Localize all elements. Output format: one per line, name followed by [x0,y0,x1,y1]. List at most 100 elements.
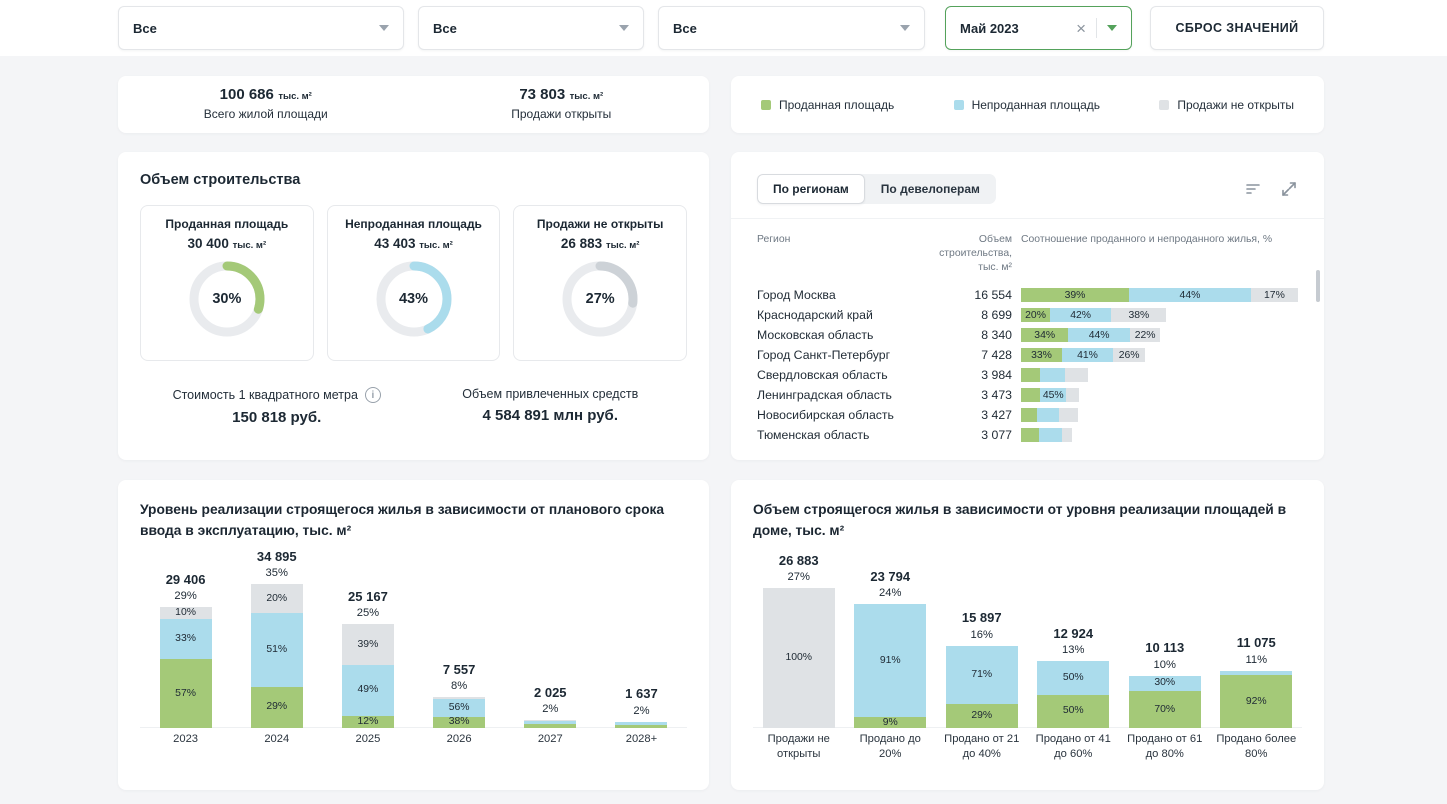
donut-value: 26 883 [561,236,602,251]
donut-card-sold: Проданная площадь 30 400 тыс. м² 30% [140,205,314,361]
stacked-bar: 38%56% [433,697,485,728]
category-label: 2024 [231,732,322,747]
bar-segment [1040,368,1065,382]
legend-label: Непроданная площадь [972,98,1100,112]
scrollbar-thumb[interactable] [1316,270,1320,302]
sort-icon[interactable] [1244,180,1262,198]
region-volume: 3 077 [920,428,1012,442]
region-name: Новосибирская область [757,408,920,422]
category-label: Продано от 21 до 40% [936,732,1028,761]
legend-swatch-unsold [954,100,964,110]
category-label: 2028+ [596,732,687,747]
info-icon[interactable]: i [365,387,381,403]
stacked-bar-chart-deadline: 29 40629%57%33%10%202334 89535%29%51%20%… [140,547,687,761]
stat-unit: тыс. м² [278,91,312,102]
bar-segment: 41% [1062,348,1113,362]
stacked-bar: 70%30% [1129,676,1201,729]
column-header-ratio: Соотношение проданного и непроданного жи… [1021,233,1298,275]
bar-segment: 26% [1113,348,1145,362]
legend-item-unsold: Непроданная площадь [954,98,1100,112]
bar-slot: 11 07511%92%Продано более 80% [1211,547,1303,761]
stacked-bar: 50%50% [1037,661,1109,728]
stacked-bar: 29%71% [946,646,1018,729]
column-header-region: Регион [757,233,920,275]
metric-raised-funds: Объем привлеченных средств 4 584 891 млн… [414,387,688,426]
tab-by-developers[interactable]: По девелоперам [865,174,996,204]
bar-segment [1039,428,1062,442]
bar-segment: 38% [1111,308,1166,322]
stacked-bar: 9%91% [854,604,926,728]
filter-value: Все [673,21,697,36]
tab-by-regions[interactable]: По регионам [757,174,865,204]
bar-segment: 44% [1129,288,1251,302]
region-volume: 3 473 [920,388,1012,402]
legend-swatch-not-open [1159,100,1169,110]
bar-segment: 57% [160,659,212,728]
metric-label: Объем привлеченных средств [462,387,638,401]
bar-segment: 20% [251,584,303,613]
expand-icon[interactable] [1280,180,1298,198]
stacked-bar: 12%49%39% [342,624,394,728]
donut-label: Проданная площадь [141,217,313,231]
summary-card: 100 686 тыс. м² Всего жилой площади 73 8… [118,76,709,133]
chevron-down-icon [619,25,629,31]
region-volume: 3 984 [920,368,1012,382]
donut-chart-sold: 30% [188,260,266,338]
donut-value: 43 403 [374,236,415,251]
donut-percent: 27% [561,260,639,338]
filter-value: Все [433,21,457,36]
close-icon[interactable]: × [1076,20,1086,37]
bar-segment: 92% [1220,675,1292,728]
region-name: Город Санкт-Петербург [757,348,920,362]
filter-dropdown-3[interactable]: Все [658,6,925,50]
filter-dropdown-2[interactable]: Все [418,6,644,50]
region-ratio-bar: 39%44%17% [1021,288,1298,302]
metric-value: 150 818 руб. [140,409,414,426]
bar-segment: 39% [342,624,394,665]
region-name: Московская область [757,328,920,342]
bar-segment: 12% [342,716,394,729]
bar-segment: 33% [160,619,212,659]
tab-group: По регионам По девелоперам [757,174,996,204]
bar-segment: 9% [854,717,926,728]
metric-price-per-sqm: Стоимость 1 квадратного метра i 150 818 … [140,387,414,426]
stat-value: 100 686 [220,86,274,103]
bar-segment: 91% [854,604,926,717]
bar-segment: 100% [763,588,835,728]
category-label: Продано более 80% [1211,732,1303,761]
bar-segment: 39% [1021,288,1129,302]
bar-segment: 45% [1040,388,1066,402]
bar-segment: 34% [1021,328,1068,342]
chart-title: Уровень реализации строящегося жилья в з… [140,500,687,541]
metric-value: 4 584 891 млн руб. [414,407,688,424]
stat-value: 73 803 [519,86,565,103]
chart-by-deadline-card: Уровень реализации строящегося жилья в з… [118,480,709,790]
category-label: 2025 [322,732,413,747]
chevron-down-icon [1107,25,1117,31]
table-row: Город Санкт-Петербург7 42833%41%26% [757,345,1298,365]
bar-value-label: 25 16725% [312,589,423,620]
bar-slot: 34 89535%29%51%20%2024 [231,547,322,761]
filter-dropdown-period[interactable]: Май 2023 × [945,6,1132,50]
region-name: Свердловская область [757,368,920,382]
region-name: Тюменская область [757,428,920,442]
reset-filters-button[interactable]: СБРОС ЗНАЧЕНИЙ [1150,6,1324,50]
stacked-bar: 92% [1220,671,1292,729]
table-row: Новосибирская область3 427 [757,405,1298,425]
construction-volume-card: Объем строительства Проданная площадь 30… [118,152,709,460]
bar-segment: 42% [1050,308,1111,322]
region-ratio-bar: 20%42%38% [1021,308,1298,322]
bar-value-label: 11 07511% [1201,635,1313,666]
region-volume: 16 554 [920,288,1012,302]
stacked-bar: 100% [763,588,835,728]
bar-segment: 56% [433,699,485,716]
bar-segment: 33% [1021,348,1062,362]
table-row: Ленинградская область3 47345% [757,385,1298,405]
filter-dropdown-1[interactable]: Все [118,6,404,50]
bar-slot: 15 89716%29%71%Продано от 21 до 40% [936,547,1028,761]
stacked-bar: 57%33%10% [160,607,212,728]
bar-segment: 50% [1037,661,1109,695]
bar-segment: 22% [1130,328,1161,342]
bar-segment [1021,368,1040,382]
region-name: Город Москва [757,288,920,302]
